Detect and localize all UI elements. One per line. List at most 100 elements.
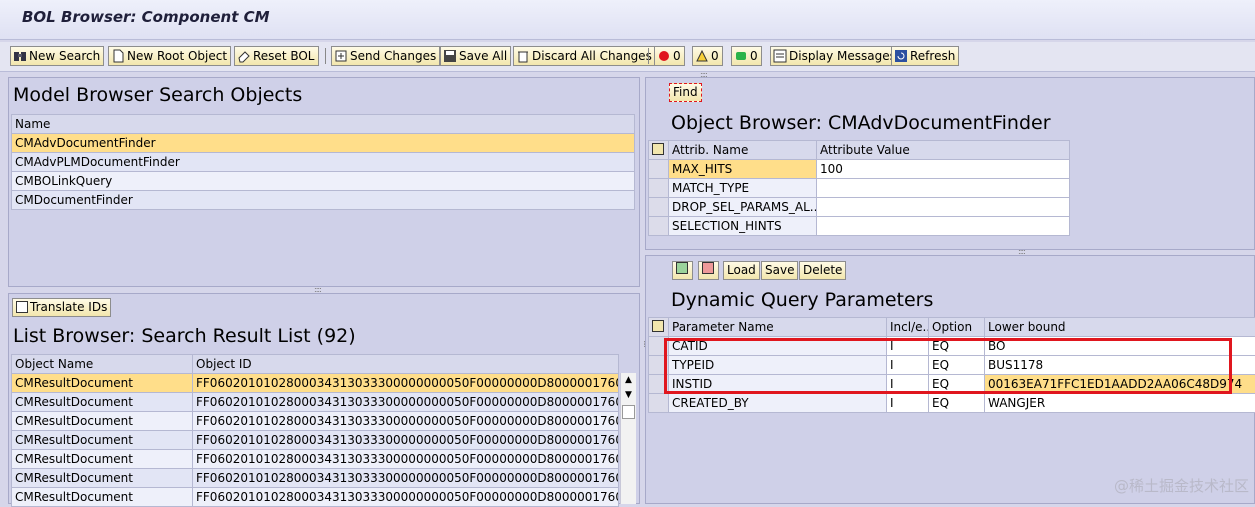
send-icon bbox=[334, 49, 348, 63]
table-settings-icon[interactable] bbox=[649, 318, 669, 337]
row-selector[interactable] bbox=[649, 198, 669, 217]
refresh-label: Refresh bbox=[910, 47, 955, 65]
window-title: BOL Browser: Component CM bbox=[22, 8, 270, 26]
table-cell-name[interactable]: CMResultDocument bbox=[12, 450, 193, 469]
table-cell-name[interactable]: CMResultDocument bbox=[12, 469, 193, 488]
parameter-name: CREATED_BY bbox=[669, 394, 887, 413]
scroll-thumb[interactable] bbox=[622, 405, 635, 419]
success-count: 0 bbox=[750, 47, 758, 65]
error-icon bbox=[657, 49, 671, 63]
delete-button[interactable]: Delete bbox=[799, 261, 846, 280]
save-all-button[interactable]: Save All bbox=[440, 46, 511, 66]
title-bar: BOL Browser: Component CM bbox=[0, 0, 1255, 40]
attribute-value-input[interactable] bbox=[817, 179, 1070, 198]
list-browser-title: List Browser: Search Result List (92) bbox=[13, 325, 356, 347]
new-document-icon bbox=[111, 49, 125, 63]
display-messages-label: Display Messages bbox=[789, 47, 896, 65]
attribute-name: SELECTION_HINTS bbox=[669, 217, 817, 236]
load-button[interactable]: Load bbox=[723, 261, 760, 280]
application-toolbar: New Search New Root Object Reset BOL Sen… bbox=[0, 42, 1255, 72]
insert-row-button[interactable] bbox=[672, 261, 693, 280]
new-search-button[interactable]: New Search bbox=[10, 46, 104, 66]
refresh-button[interactable]: Refresh bbox=[891, 46, 959, 66]
table-cell-id: FF0602010102800034313033300000000050F000… bbox=[193, 374, 619, 393]
table-cell-name[interactable]: CMResultDocument bbox=[12, 431, 193, 450]
save-icon bbox=[443, 49, 457, 63]
scroll-down-icon[interactable]: ▼ bbox=[621, 388, 636, 403]
table-settings-icon[interactable] bbox=[649, 141, 669, 160]
table-cell-name[interactable]: CMResultDocument bbox=[12, 393, 193, 412]
attribute-value-input[interactable]: 100 bbox=[817, 160, 1070, 179]
warnings-count-button[interactable]: 0 bbox=[692, 46, 723, 66]
list-item[interactable]: CMDocumentFinder bbox=[12, 191, 635, 210]
incl-excl-field[interactable]: I bbox=[887, 394, 929, 413]
toolbar-separator bbox=[325, 48, 326, 64]
attribute-value-input[interactable] bbox=[817, 198, 1070, 217]
insert-row-icon bbox=[676, 262, 688, 274]
scroll-up-icon[interactable]: ▲ bbox=[621, 373, 636, 388]
display-messages-button[interactable]: Display Messages bbox=[770, 46, 900, 66]
save-button[interactable]: Save bbox=[761, 261, 798, 280]
attribute-name: DROP_SEL_PARAMS_AL... bbox=[669, 198, 817, 217]
errors-count-button[interactable]: 0 bbox=[654, 46, 685, 66]
table-cell-name[interactable]: CMResultDocument bbox=[12, 374, 193, 393]
discard-all-label: Discard All Changes bbox=[532, 47, 652, 65]
delete-row-button[interactable] bbox=[698, 261, 719, 280]
new-root-object-button[interactable]: New Root Object bbox=[108, 46, 231, 66]
table-cell-id: FF0602010102800034313033300000000050F000… bbox=[193, 450, 619, 469]
list-item[interactable]: CMAdvPLMDocumentFinder bbox=[12, 153, 635, 172]
watermark: @稀土掘金技术社区 bbox=[1114, 475, 1249, 496]
new-search-label: New Search bbox=[29, 47, 100, 65]
list-browser-table: Object Name Object ID CMResultDocumentFF… bbox=[11, 354, 619, 507]
eraser-icon bbox=[237, 49, 251, 63]
new-root-object-label: New Root Object bbox=[127, 47, 227, 65]
attribute-value-input[interactable] bbox=[817, 217, 1070, 236]
translate-ids-label: Translate IDs bbox=[30, 300, 107, 314]
messages-icon bbox=[773, 49, 787, 63]
list-item[interactable]: CMAdvDocumentFinder bbox=[12, 134, 635, 153]
save-all-label: Save All bbox=[459, 47, 507, 65]
table-cell-name[interactable]: CMResultDocument bbox=[12, 412, 193, 431]
warnings-count: 0 bbox=[711, 47, 719, 65]
option-field[interactable]: EQ bbox=[929, 394, 985, 413]
send-changes-button[interactable]: Send Changes bbox=[331, 46, 440, 66]
discard-all-changes-button[interactable]: Discard All Changes bbox=[513, 46, 656, 66]
model-browser-title: Model Browser Search Objects bbox=[13, 84, 302, 106]
list-item[interactable]: CMBOLinkQuery bbox=[12, 172, 635, 191]
column-header-object-name: Object Name bbox=[12, 355, 193, 374]
delete-row-icon bbox=[702, 262, 714, 274]
column-header-name: Name bbox=[12, 115, 635, 134]
attribute-name: MATCH_TYPE bbox=[669, 179, 817, 198]
column-header-parameter-name: Parameter Name bbox=[669, 318, 887, 337]
row-selector[interactable] bbox=[649, 160, 669, 179]
send-changes-label: Send Changes bbox=[350, 47, 436, 65]
object-browser-title: Object Browser: CMAdvDocumentFinder bbox=[671, 112, 1051, 134]
column-header-attrib-value: Attribute Value bbox=[817, 141, 1070, 160]
binoculars-icon bbox=[13, 49, 27, 63]
errors-count: 0 bbox=[673, 47, 681, 65]
row-selector[interactable] bbox=[649, 179, 669, 198]
row-selector[interactable] bbox=[649, 217, 669, 236]
table-cell-id: FF0602010102800034313033300000000050F000… bbox=[193, 469, 619, 488]
find-button[interactable]: Find bbox=[669, 83, 702, 102]
trash-icon bbox=[516, 49, 530, 63]
table-cell-id: FF0602010102800034313033300000000050F000… bbox=[193, 393, 619, 412]
vertical-scrollbar[interactable]: ▲ ▼ bbox=[620, 373, 636, 504]
table-cell-id: FF0602010102800034313033300000000050F000… bbox=[193, 412, 619, 431]
toolbar-separator bbox=[648, 48, 649, 64]
column-header-incl-excl: Incl/e... bbox=[887, 318, 929, 337]
lower-bound-field[interactable]: WANGJER bbox=[985, 394, 1255, 413]
translate-ids-button[interactable]: Translate IDs bbox=[12, 298, 111, 317]
refresh-icon bbox=[894, 49, 908, 63]
object-browser-table: Attrib. Name Attribute Value MAX_HITS100… bbox=[648, 140, 1070, 236]
success-icon bbox=[734, 49, 748, 63]
table-cell-id: FF0602010102800034313033300000000050F000… bbox=[193, 431, 619, 450]
reset-bol-label: Reset BOL bbox=[253, 47, 315, 65]
reset-bol-button[interactable]: Reset BOL bbox=[234, 46, 319, 66]
highlight-annotation-box bbox=[664, 338, 1232, 394]
row-selector[interactable] bbox=[649, 394, 669, 413]
column-header-option: Option bbox=[929, 318, 985, 337]
success-count-button[interactable]: 0 bbox=[731, 46, 762, 66]
warning-icon bbox=[695, 49, 709, 63]
splitter-handle[interactable]: :::: bbox=[700, 70, 707, 79]
